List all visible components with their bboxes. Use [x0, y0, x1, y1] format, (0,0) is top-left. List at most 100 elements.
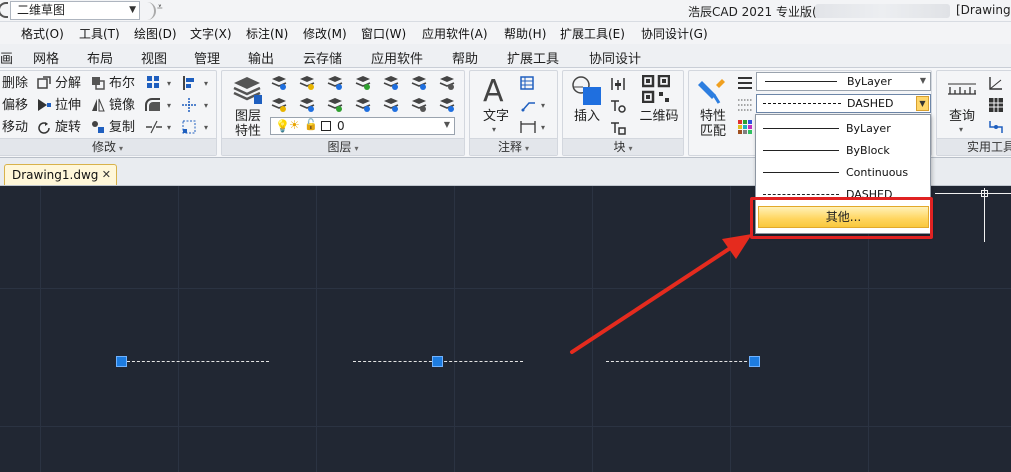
workspace-label: 二维草图 — [17, 3, 66, 17]
dashed-line-segment[interactable] — [127, 361, 269, 362]
menu-help[interactable]: 帮助(H) — [504, 25, 546, 42]
tab-output[interactable]: 输出 — [248, 48, 274, 67]
menu-text[interactable]: 文字(X) — [190, 25, 232, 42]
menu-modify[interactable]: 修改(M) — [303, 25, 347, 42]
move-button[interactable]: 移动 — [2, 120, 28, 136]
dimension-icon — [520, 120, 536, 136]
crosshair-horizontal — [935, 193, 1011, 194]
qrcode-button[interactable]: 二维码 — [636, 109, 682, 124]
highlight-annotation — [750, 197, 933, 239]
stretch-button[interactable]: 拉伸 — [55, 98, 81, 114]
dashed-line-segment[interactable] — [606, 361, 752, 362]
tab-layout[interactable]: 布局 — [87, 48, 113, 67]
menu-tools[interactable]: 工具(T) — [79, 25, 120, 42]
tab-view[interactable]: 视图 — [141, 48, 167, 67]
pointer-arrow — [570, 234, 752, 354]
menu-dimension[interactable]: 标注(N) — [246, 25, 288, 42]
app-menu-icon[interactable] — [0, 2, 8, 18]
modify-panel-title[interactable]: 修改 ▾ — [0, 138, 216, 155]
erase-button[interactable]: 删除 — [2, 76, 28, 92]
layer-tool-icon[interactable] — [411, 75, 427, 91]
linetype-option-bylayer[interactable]: ByLayer — [756, 118, 930, 140]
color-swatch-icon — [321, 121, 331, 131]
block-attr-icon — [610, 120, 626, 136]
tab-collab[interactable]: 协同设计 — [589, 48, 641, 67]
tab-extensions[interactable]: 扩展工具 — [507, 48, 559, 67]
chevron-down-icon[interactable]: ▾ — [204, 123, 208, 132]
menu-format[interactable]: 格式(O) — [21, 25, 64, 42]
calculator-icon — [989, 98, 1005, 114]
quick-access-undo-icon[interactable] — [146, 2, 156, 20]
chevron-down-icon[interactable]: ▾ — [541, 123, 545, 132]
match-properties-button[interactable]: 特性 匹配 — [693, 109, 733, 139]
chevron-down-icon[interactable]: ▾ — [204, 101, 208, 110]
layer-tool-icon[interactable] — [355, 75, 371, 91]
layer-stack-icon — [232, 75, 262, 105]
chevron-down-icon[interactable]: ▾ — [167, 123, 171, 132]
menu-draw[interactable]: 绘图(D) — [134, 25, 177, 42]
rotate-button[interactable]: 旋转 — [55, 120, 81, 136]
copy-button[interactable]: 复制 — [109, 120, 135, 136]
layer-tool-icon[interactable] — [327, 75, 343, 91]
annotation-panel-title[interactable]: 注释 ▾ — [470, 138, 557, 155]
layer-tool-icon[interactable] — [439, 75, 455, 91]
solid-line-sample — [763, 150, 839, 151]
menu-collab[interactable]: 协同设计(G) — [641, 25, 708, 42]
insert-button[interactable]: 插入 — [567, 109, 607, 124]
block-panel-title[interactable]: 块 ▾ — [563, 138, 683, 155]
solid-line-sample — [763, 172, 839, 173]
offset-button[interactable]: 偏移 — [2, 98, 28, 114]
color-combo[interactable]: ByLayer ▼ — [756, 72, 931, 91]
query-button[interactable]: 查询 — [942, 109, 982, 124]
tab-mesh[interactable]: 网格 — [33, 48, 59, 67]
tab-draw[interactable]: 画 — [0, 48, 13, 67]
tab-help[interactable]: 帮助 — [452, 48, 478, 67]
layer-panel-title[interactable]: 图层 ▾ — [222, 138, 464, 155]
grid-line — [316, 186, 317, 472]
linetype-combo[interactable]: DASHED ▼ — [756, 94, 931, 113]
tab-manage[interactable]: 管理 — [194, 48, 220, 67]
workspace-combo[interactable]: 二维草图 ▼ — [10, 1, 140, 20]
menu-apps[interactable]: 应用软件(A) — [422, 25, 488, 42]
explode-button[interactable]: 分解 — [55, 76, 81, 92]
layer-tool-icon[interactable] — [383, 97, 399, 113]
text-button[interactable]: 文字 — [476, 109, 516, 124]
quick-access-customize-icon[interactable]: ⩡ — [157, 2, 163, 13]
lightbulb-icon: 💡 — [275, 119, 290, 133]
app-title: 浩辰CAD 2021 专业版( — [688, 5, 817, 19]
grid-line — [40, 186, 41, 472]
chevron-down-icon[interactable]: ▼ — [916, 96, 929, 111]
layer-tool-icon[interactable] — [299, 97, 315, 113]
chevron-down-icon: ▼ — [919, 76, 926, 85]
menu-window[interactable]: 窗口(W) — [361, 25, 406, 42]
layer-tool-icon[interactable] — [327, 97, 343, 113]
linetype-option-byblock[interactable]: ByBlock — [756, 140, 930, 162]
layer-tool-icon[interactable] — [355, 97, 371, 113]
close-icon[interactable]: ✕ — [102, 168, 111, 181]
layer-tool-icon[interactable] — [299, 75, 315, 91]
grip-mid[interactable] — [432, 356, 443, 367]
layer-combo[interactable]: 💡 ☀ 🔓 0 ▼ — [270, 117, 455, 135]
layer-tool-icon[interactable] — [271, 97, 287, 113]
tab-cloud[interactable]: 云存储 — [303, 48, 342, 67]
utilities-panel-title[interactable]: 实用工具 — [937, 138, 1011, 155]
chevron-down-icon[interactable]: ▾ — [541, 101, 545, 110]
chevron-down-icon[interactable]: ▾ — [492, 125, 496, 134]
linetype-option-continuous[interactable]: Continuous — [756, 162, 930, 184]
tab-apps[interactable]: 应用软件 — [371, 48, 423, 67]
chevron-down-icon[interactable]: ▾ — [204, 79, 208, 88]
layer-tool-icon[interactable] — [383, 75, 399, 91]
chevron-down-icon[interactable]: ▾ — [167, 101, 171, 110]
layer-tool-icon[interactable] — [271, 75, 287, 91]
mirror-button[interactable]: 镜像 — [109, 98, 135, 114]
measure-icon — [947, 79, 977, 99]
layer-tool-icon[interactable] — [411, 97, 427, 113]
layer-tool-icon[interactable] — [439, 97, 455, 113]
chevron-down-icon[interactable]: ▾ — [959, 125, 963, 134]
grip-start[interactable] — [116, 356, 127, 367]
boolean-button[interactable]: 布尔 — [109, 76, 135, 92]
document-tab[interactable]: Drawing1.dwg ✕ — [4, 164, 117, 185]
chevron-down-icon[interactable]: ▾ — [167, 79, 171, 88]
menu-extensions[interactable]: 扩展工具(E) — [560, 25, 625, 42]
layer-properties-button[interactable]: 图层 特性 — [228, 109, 268, 139]
